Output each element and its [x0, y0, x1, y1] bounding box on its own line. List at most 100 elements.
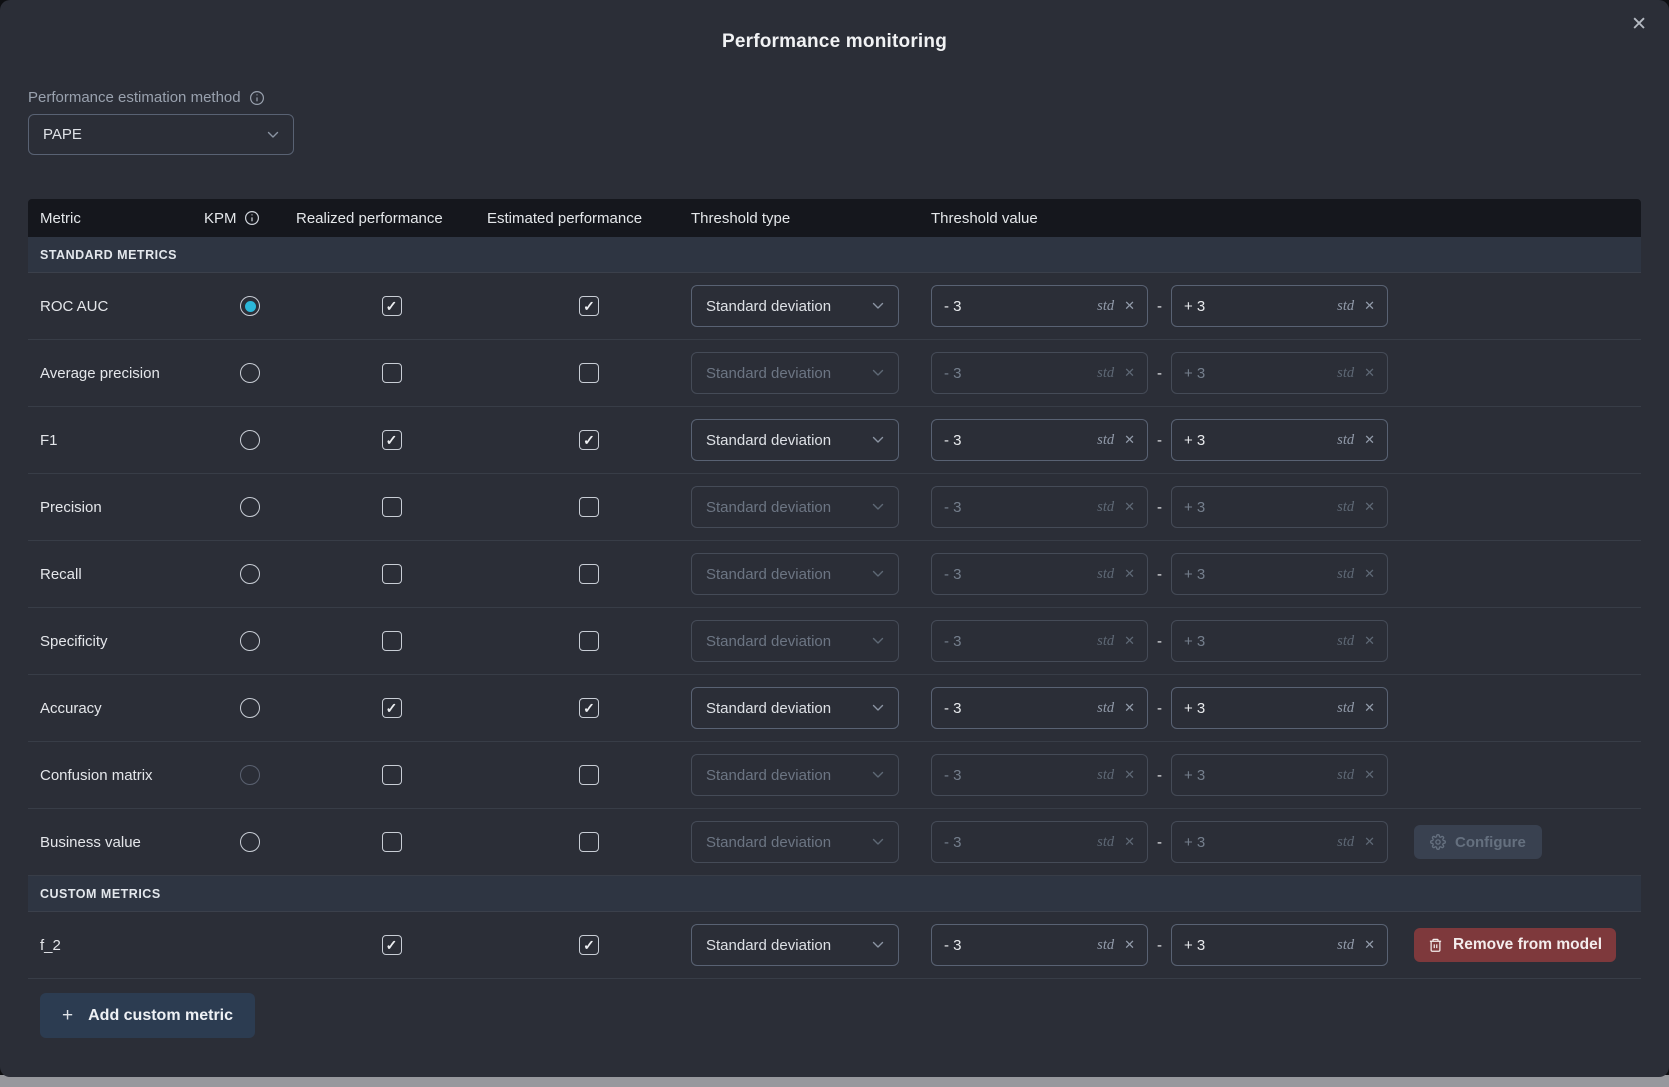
threshold-upper-input[interactable]: + 3std✕ [1171, 419, 1388, 461]
threshold-type-select[interactable]: Standard deviation [691, 687, 899, 729]
info-icon[interactable] [249, 90, 265, 106]
realized-checkbox[interactable] [382, 832, 402, 852]
clear-icon[interactable]: ✕ [1364, 432, 1375, 448]
estimated-checkbox[interactable] [579, 832, 599, 852]
estimated-checkbox[interactable]: ✓ [579, 296, 599, 316]
realized-checkbox[interactable]: ✓ [382, 430, 402, 450]
metric-name: Average precision [28, 365, 204, 382]
kpm-radio[interactable] [240, 698, 260, 718]
threshold-upper-input[interactable]: + 3std✕ [1171, 553, 1388, 595]
threshold-lower-input[interactable]: - 3std✕ [931, 486, 1148, 528]
clear-icon[interactable]: ✕ [1364, 767, 1375, 783]
threshold-lower-input[interactable]: - 3std✕ [931, 821, 1148, 863]
threshold-lower-input[interactable]: - 3std✕ [931, 687, 1148, 729]
threshold-lower-input[interactable]: - 3std✕ [931, 352, 1148, 394]
threshold-lower-input[interactable]: - 3std✕ [931, 553, 1148, 595]
close-icon[interactable]: ✕ [1631, 15, 1647, 34]
estimated-checkbox[interactable] [579, 631, 599, 651]
range-separator: - [1157, 937, 1162, 954]
clear-icon[interactable]: ✕ [1124, 834, 1135, 850]
realized-checkbox[interactable]: ✓ [382, 698, 402, 718]
threshold-type-select[interactable]: Standard deviation [691, 285, 899, 327]
threshold-upper-input[interactable]: + 3std✕ [1171, 620, 1388, 662]
threshold-type-select[interactable]: Standard deviation [691, 821, 899, 863]
realized-cell: ✓ [296, 935, 487, 955]
table-row: SpecificityStandard deviation- 3std✕-+ 3… [28, 608, 1641, 675]
estimated-checkbox[interactable]: ✓ [579, 935, 599, 955]
threshold-upper-input[interactable]: + 3std✕ [1171, 687, 1388, 729]
clear-icon[interactable]: ✕ [1364, 365, 1375, 381]
clear-icon[interactable]: ✕ [1364, 566, 1375, 582]
clear-icon[interactable]: ✕ [1124, 700, 1135, 716]
kpm-radio[interactable] [240, 765, 260, 785]
estimation-method-value: PAPE [43, 126, 82, 143]
realized-checkbox[interactable] [382, 631, 402, 651]
header-kpm: KPM [204, 210, 296, 227]
threshold-type-select[interactable]: Standard deviation [691, 754, 899, 796]
threshold-type-select[interactable]: Standard deviation [691, 620, 899, 662]
estimated-checkbox[interactable] [579, 564, 599, 584]
metric-name: f_2 [28, 937, 204, 954]
realized-checkbox[interactable] [382, 765, 402, 785]
realized-checkbox[interactable]: ✓ [382, 935, 402, 955]
threshold-type-select[interactable]: Standard deviation [691, 352, 899, 394]
clear-icon[interactable]: ✕ [1124, 566, 1135, 582]
estimated-checkbox[interactable]: ✓ [579, 430, 599, 450]
kpm-radio[interactable] [240, 832, 260, 852]
realized-checkbox[interactable] [382, 497, 402, 517]
threshold-upper-input[interactable]: + 3std✕ [1171, 821, 1388, 863]
kpm-radio[interactable] [240, 363, 260, 383]
threshold-lower-input[interactable]: - 3std✕ [931, 754, 1148, 796]
clear-icon[interactable]: ✕ [1124, 298, 1135, 314]
threshold-lower-input[interactable]: - 3std✕ [931, 285, 1148, 327]
kpm-radio[interactable] [240, 497, 260, 517]
clear-icon[interactable]: ✕ [1364, 633, 1375, 649]
estimated-checkbox[interactable] [579, 497, 599, 517]
range-separator: - [1157, 432, 1162, 449]
threshold-lower-input[interactable]: - 3std✕ [931, 419, 1148, 461]
realized-checkbox[interactable]: ✓ [382, 296, 402, 316]
estimation-method-select[interactable]: PAPE [28, 114, 294, 155]
threshold-type-value: Standard deviation [706, 566, 831, 583]
clear-icon[interactable]: ✕ [1124, 499, 1135, 515]
info-icon[interactable] [244, 210, 260, 226]
threshold-type-cell: Standard deviation [691, 285, 931, 327]
estimated-cell [487, 497, 691, 517]
threshold-type-select[interactable]: Standard deviation [691, 553, 899, 595]
kpm-radio[interactable] [240, 564, 260, 584]
check-icon: ✓ [583, 433, 595, 447]
clear-icon[interactable]: ✕ [1124, 767, 1135, 783]
clear-icon[interactable]: ✕ [1124, 633, 1135, 649]
clear-icon[interactable]: ✕ [1364, 700, 1375, 716]
threshold-type-select[interactable]: Standard deviation [691, 486, 899, 528]
realized-checkbox[interactable] [382, 363, 402, 383]
configure-button[interactable]: Configure [1414, 825, 1542, 859]
threshold-upper-input[interactable]: + 3std✕ [1171, 352, 1388, 394]
clear-icon[interactable]: ✕ [1124, 937, 1135, 953]
estimated-checkbox[interactable] [579, 765, 599, 785]
clear-icon[interactable]: ✕ [1124, 432, 1135, 448]
chevron-down-icon [872, 369, 884, 377]
estimated-checkbox[interactable]: ✓ [579, 698, 599, 718]
estimated-checkbox[interactable] [579, 363, 599, 383]
clear-icon[interactable]: ✕ [1364, 298, 1375, 314]
threshold-upper-input[interactable]: + 3std✕ [1171, 924, 1388, 966]
remove-from-model-button[interactable]: Remove from model [1414, 928, 1616, 962]
threshold-lower-value: - 3 [944, 499, 1087, 516]
threshold-lower-input[interactable]: - 3std✕ [931, 620, 1148, 662]
kpm-radio[interactable] [240, 296, 260, 316]
threshold-lower-input[interactable]: - 3std✕ [931, 924, 1148, 966]
threshold-upper-input[interactable]: + 3std✕ [1171, 486, 1388, 528]
threshold-upper-input[interactable]: + 3std✕ [1171, 285, 1388, 327]
threshold-type-select[interactable]: Standard deviation [691, 924, 899, 966]
clear-icon[interactable]: ✕ [1364, 499, 1375, 515]
clear-icon[interactable]: ✕ [1364, 834, 1375, 850]
kpm-radio[interactable] [240, 430, 260, 450]
clear-icon[interactable]: ✕ [1364, 937, 1375, 953]
realized-checkbox[interactable] [382, 564, 402, 584]
threshold-upper-input[interactable]: + 3std✕ [1171, 754, 1388, 796]
clear-icon[interactable]: ✕ [1124, 365, 1135, 381]
threshold-type-select[interactable]: Standard deviation [691, 419, 899, 461]
kpm-radio[interactable] [240, 631, 260, 651]
add-custom-metric-button[interactable]: + Add custom metric [40, 993, 255, 1038]
